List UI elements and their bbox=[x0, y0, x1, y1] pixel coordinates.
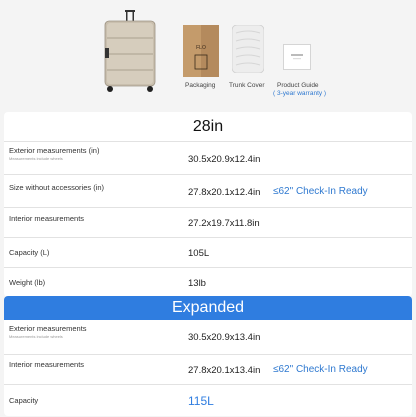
check-in-ready-badge: ≤62" Check-In Ready bbox=[273, 186, 368, 197]
row-label: Capacity (L) bbox=[9, 248, 50, 257]
product-guide-label: Product Guide bbox=[277, 82, 319, 89]
table-row: Exterior measurements (in) Measurements … bbox=[4, 141, 412, 175]
standard-size-table: 28in Exterior measurements (in) Measurem… bbox=[4, 112, 412, 297]
row-value: 115L bbox=[188, 394, 214, 408]
warranty-label: ( 3-year warranty ) bbox=[273, 90, 327, 97]
product-guide-image bbox=[283, 44, 311, 70]
size-title: 28in bbox=[192, 118, 224, 135]
row-label: Exterior measurements bbox=[9, 324, 87, 333]
row-value: 30.5x20.9x12.4in bbox=[188, 154, 261, 165]
row-value: 27.2x19.7x11.8in bbox=[188, 218, 260, 229]
row-note: Measurements include wheels bbox=[9, 333, 63, 339]
row-note: Measurements include wheels bbox=[9, 155, 63, 161]
row-label: Interior measurements bbox=[9, 360, 85, 369]
expanded-title: Expanded bbox=[4, 296, 412, 320]
packaging-label: Packaging bbox=[185, 82, 216, 89]
trunk-cover-label: Trunk Cover bbox=[229, 82, 265, 89]
row-label: Weight (lb) bbox=[9, 278, 46, 287]
table-row: Size without accessories (in) 27.8x20.1x… bbox=[4, 174, 412, 208]
table-row: Exterior measurements Measurements inclu… bbox=[4, 320, 412, 354]
table-row: Weight (lb) 13lb bbox=[4, 267, 412, 297]
table-row: Interior measurements 27.2x19.7x11.8in bbox=[4, 207, 412, 238]
table-row: Interior measurements 27.8x20.1x13.4in ≤… bbox=[4, 354, 412, 385]
table-row: Capacity 115L bbox=[4, 384, 412, 417]
row-value: 27.8x20.1x13.4in bbox=[188, 365, 261, 376]
row-label: Exterior measurements (in) bbox=[9, 146, 100, 155]
svg-text:FLO: FLO bbox=[196, 45, 206, 51]
row-value: 105L bbox=[188, 248, 210, 259]
table-row: Capacity (L) 105L bbox=[4, 237, 412, 268]
row-label: Capacity bbox=[9, 396, 39, 405]
row-label: Size without accessories (in) bbox=[9, 183, 105, 192]
row-value: 30.5x20.9x13.4in bbox=[188, 332, 261, 343]
packaging-box-image: FLO bbox=[183, 25, 219, 77]
expanded-size-table: Expanded Exterior measurements Measureme… bbox=[4, 296, 412, 416]
check-in-ready-badge: ≤62" Check-In Ready bbox=[273, 364, 368, 375]
row-label: Interior measurements bbox=[9, 214, 85, 223]
trunk-cover-image bbox=[232, 25, 264, 73]
row-value: 13lb bbox=[188, 278, 206, 289]
suitcase-image bbox=[104, 10, 156, 92]
accessories-row: FLO Packaging Trunk Cover Product Guide … bbox=[0, 0, 416, 110]
row-value: 27.8x20.1x12.4in bbox=[188, 187, 261, 198]
